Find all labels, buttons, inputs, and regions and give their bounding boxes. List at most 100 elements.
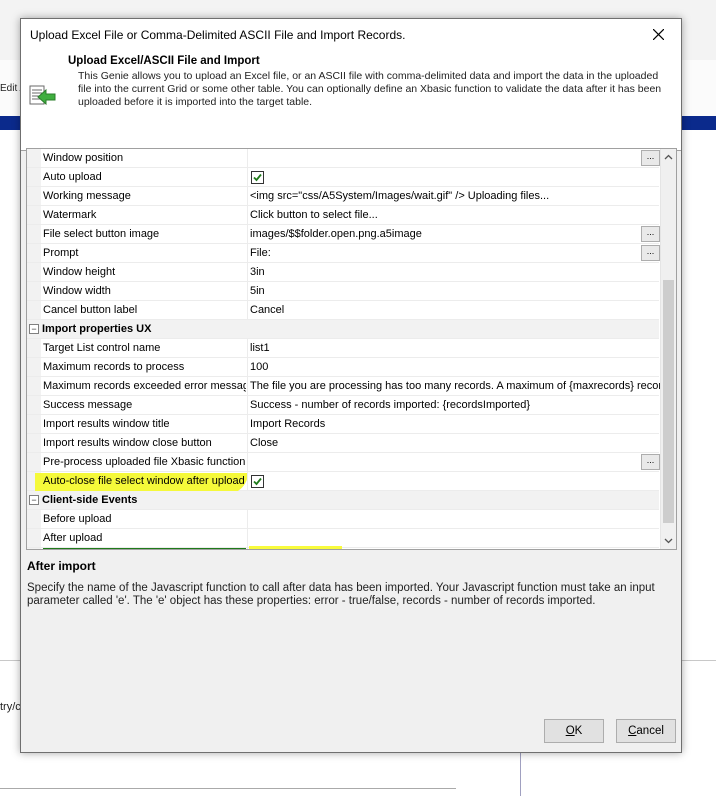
property-value-text: Click button to select file... xyxy=(250,209,378,221)
property-value[interactable] xyxy=(247,510,662,528)
property-name: Import results window close button xyxy=(43,437,212,449)
property-value[interactable] xyxy=(247,472,662,490)
row-gutter xyxy=(27,301,41,319)
row-gutter xyxy=(27,225,41,243)
row-gutter xyxy=(27,244,41,262)
row-gutter xyxy=(27,282,41,300)
property-value[interactable]: Close xyxy=(247,434,662,452)
property-row[interactable]: Before upload xyxy=(27,510,659,529)
property-name: Prompt xyxy=(43,247,79,259)
property-value[interactable]: 3in xyxy=(247,263,662,281)
background-edit-fragment: Edit A xyxy=(0,83,22,94)
ellipsis-button[interactable]: ... xyxy=(641,150,660,166)
property-value[interactable]: ... xyxy=(247,453,662,471)
ellipsis-button[interactable]: ... xyxy=(641,226,660,242)
row-gutter xyxy=(27,206,41,224)
background-divider xyxy=(520,750,521,796)
property-row[interactable]: Pre-process uploaded file Xbasic functio… xyxy=(27,453,662,472)
collapse-icon[interactable]: − xyxy=(29,324,39,334)
row-gutter xyxy=(27,187,41,205)
ok-button[interactable]: OK xyxy=(544,719,604,743)
property-row[interactable]: Auto upload xyxy=(27,168,659,187)
property-row[interactable]: After importaftermyupload xyxy=(27,546,662,549)
cancel-button[interactable]: Cancel xyxy=(616,719,676,743)
property-value-text: The file you are processing has too many… xyxy=(250,380,662,392)
property-row[interactable]: Cancel button label Cancel xyxy=(27,301,659,320)
property-value[interactable]: <img src="css/A5System/Images/wait.gif" … xyxy=(247,187,662,205)
property-value[interactable]: Click button to select file... xyxy=(247,206,662,224)
property-row[interactable]: Window height 3in xyxy=(27,263,659,282)
property-row[interactable]: Import results window title Import Record… xyxy=(27,415,659,434)
description-text: Specify the name of the Javascript funct… xyxy=(27,582,655,607)
property-row[interactable]: Window width 5in xyxy=(27,282,659,301)
property-value-text: 5in xyxy=(250,285,265,297)
property-name: Target List control name xyxy=(43,342,161,354)
property-row[interactable]: Window position... xyxy=(27,149,662,168)
category-row[interactable]: − Client-side Events xyxy=(27,491,659,510)
chevron-down-icon xyxy=(664,538,673,544)
property-row[interactable]: Import results window close button Close xyxy=(27,434,659,453)
ok-button-label: OK xyxy=(565,725,583,737)
property-name: Maximum records exceeded error message xyxy=(43,380,246,392)
check-icon xyxy=(253,173,262,182)
property-row[interactable]: Maximum records exceeded error message Th… xyxy=(27,377,662,396)
property-row[interactable]: Working message <img src="css/A5System/Im… xyxy=(27,187,659,206)
ellipsis-button[interactable]: ... xyxy=(641,454,660,470)
property-name: After upload xyxy=(43,532,103,544)
category-label: Import properties UX xyxy=(42,323,152,335)
ellipsis-button[interactable]: ... xyxy=(641,245,660,261)
property-name: Window width xyxy=(43,285,111,297)
property-value[interactable]: The file you are processing has too many… xyxy=(247,377,662,395)
row-gutter xyxy=(27,377,41,395)
property-value[interactable]: Cancel xyxy=(247,301,662,319)
close-button[interactable] xyxy=(635,19,681,50)
property-value[interactable]: images/$$folder.open.png.a5image... xyxy=(247,225,662,243)
scroll-up-button[interactable] xyxy=(661,149,676,165)
property-value[interactable]: 100 xyxy=(247,358,662,376)
property-row[interactable]: Success message Success - number of recor… xyxy=(27,396,659,415)
dialog-header: Upload Excel/ASCII File and Import This … xyxy=(21,50,681,151)
scroll-thumb[interactable] xyxy=(663,280,674,523)
property-value[interactable]: File:... xyxy=(247,244,662,262)
row-gutter xyxy=(27,339,41,357)
property-value-text: Close xyxy=(250,437,279,449)
property-row[interactable]: Auto-close file select window after uplo… xyxy=(27,472,662,494)
category-row[interactable]: − Import properties UX xyxy=(27,320,659,339)
property-row[interactable]: Maximum records to process 100 xyxy=(27,358,659,377)
property-row[interactable]: After upload xyxy=(27,529,659,548)
property-value[interactable] xyxy=(247,168,662,186)
property-name: Cancel button label xyxy=(43,304,138,316)
vertical-scrollbar[interactable] xyxy=(660,149,676,549)
scroll-down-button[interactable] xyxy=(661,533,676,549)
property-name: Import results window title xyxy=(43,418,170,430)
row-gutter xyxy=(27,548,41,549)
property-value-text: Cancel xyxy=(250,304,285,316)
property-value[interactable] xyxy=(247,529,662,547)
property-value[interactable]: aftermyupload xyxy=(247,548,662,549)
property-row[interactable]: File select button image images/$$folder.… xyxy=(27,225,662,244)
row-gutter xyxy=(27,434,41,452)
property-value[interactable]: 5in xyxy=(247,282,662,300)
property-row[interactable]: Watermark Click button to select file... xyxy=(27,206,659,225)
property-value[interactable]: ... xyxy=(247,149,662,167)
header-title: Upload Excel/ASCII File and Import xyxy=(68,55,260,67)
property-grid[interactable]: Window position... Auto upload Working mes… xyxy=(26,148,677,550)
checkbox[interactable] xyxy=(251,171,264,184)
property-value-text: 100 xyxy=(250,361,269,373)
collapse-icon[interactable]: − xyxy=(29,495,39,505)
row-gutter xyxy=(27,396,41,414)
dialog-titlebar: Upload Excel File or Comma-Delimited ASC… xyxy=(21,19,681,50)
property-value[interactable]: Success - number of records imported: {r… xyxy=(247,396,662,414)
property-name: Auto-close file select window after uplo… xyxy=(43,475,245,487)
property-name: Auto upload xyxy=(43,171,102,183)
property-row[interactable]: Target List control name list1 xyxy=(27,339,659,358)
row-gutter xyxy=(27,415,41,433)
row-gutter xyxy=(27,149,41,167)
property-value[interactable]: Import Records xyxy=(247,415,662,433)
checkbox[interactable] xyxy=(251,475,264,488)
row-gutter xyxy=(27,529,41,547)
background-line xyxy=(0,788,456,789)
property-name: Watermark xyxy=(43,209,97,221)
property-row[interactable]: Prompt File:... xyxy=(27,244,662,263)
property-value[interactable]: list1 xyxy=(247,339,662,357)
